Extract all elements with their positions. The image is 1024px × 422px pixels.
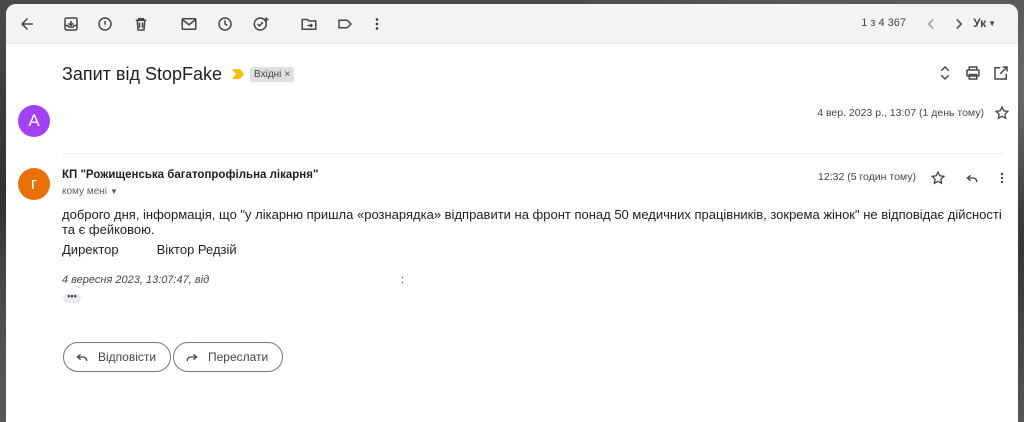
quoted-header-colon: :: [401, 274, 405, 286]
mark-unread-icon[interactable]: [178, 13, 200, 35]
reply-icon[interactable]: [964, 170, 982, 188]
recipient-details-toggle[interactable]: кому мені ▼: [62, 186, 118, 197]
delete-icon[interactable]: [130, 13, 152, 35]
email-subject: Запит від StopFake: [62, 63, 223, 84]
newer-chevron-icon[interactable]: [920, 13, 942, 35]
caret-down-icon: ▼: [110, 187, 118, 196]
toolbar: 1 з 4 367 Ук ▼: [6, 4, 1018, 44]
print-icon[interactable]: [964, 64, 984, 84]
reply-button-label: Відповісти: [98, 350, 157, 364]
sender-name[interactable]: КП "Рожищенська багатопрофільна лікарня": [62, 169, 318, 181]
open-new-window-icon[interactable]: [992, 64, 1012, 84]
input-language-button[interactable]: Ук ▼: [973, 16, 996, 30]
add-to-tasks-icon[interactable]: [250, 13, 272, 35]
forward-button-label: Переслати: [208, 350, 269, 364]
message-count: 1 з 4 367: [861, 17, 906, 29]
inbox-label-text: Вхідні: [254, 68, 282, 80]
importance-marker-icon[interactable]: [232, 69, 245, 79]
subject-row: Запит від StopFake Вхідні ×: [62, 59, 295, 89]
star-icon[interactable]: [930, 170, 948, 188]
signature-title: Директор: [62, 242, 119, 257]
forward-button[interactable]: Переслати: [173, 342, 284, 372]
signature-name: Віктор Редзій: [156, 242, 237, 257]
message-divider: [62, 153, 1004, 154]
expand-collapse-icon[interactable]: [936, 64, 956, 84]
back-arrow-icon[interactable]: [16, 13, 38, 35]
recipient-text: кому мені: [62, 186, 107, 197]
avatar[interactable]: A: [18, 105, 50, 137]
more-vert-icon[interactable]: [994, 170, 1012, 188]
gmail-window: 1 з 4 367 Ук ▼ Запит від StopFake Вхідні ×…: [6, 4, 1018, 422]
more-vert-icon[interactable]: [366, 13, 388, 35]
message-body: доброго дня, інформація, що "у лікарню п…: [62, 207, 1002, 237]
signature: Директор Віктор Редзій: [62, 242, 237, 257]
message-date: 4 вер. 2023 р., 13:07 (1 день тому): [817, 107, 984, 119]
star-icon[interactable]: [994, 105, 1012, 123]
remove-label-icon[interactable]: ×: [284, 69, 290, 80]
reply-button[interactable]: Відповісти: [63, 342, 172, 372]
report-spam-icon[interactable]: [94, 13, 116, 35]
input-language-label: Ук: [973, 16, 987, 30]
quoted-header: 4 вересня 2023, 13:07:47, від: [62, 274, 210, 286]
forward-icon: [186, 353, 198, 361]
older-chevron-icon[interactable]: [948, 13, 970, 35]
move-to-icon[interactable]: [298, 13, 320, 35]
show-trimmed-content-button[interactable]: •••: [63, 292, 81, 303]
message-time: 12:32 (5 годин тому): [818, 171, 916, 183]
label-icon[interactable]: [334, 13, 356, 35]
caret-down-icon: ▼: [988, 19, 996, 29]
reply-icon: [76, 353, 88, 361]
archive-icon[interactable]: [60, 13, 82, 35]
avatar[interactable]: г: [18, 168, 50, 200]
inbox-label-chip: Вхідні ×: [250, 66, 295, 82]
snooze-icon[interactable]: [214, 13, 236, 35]
